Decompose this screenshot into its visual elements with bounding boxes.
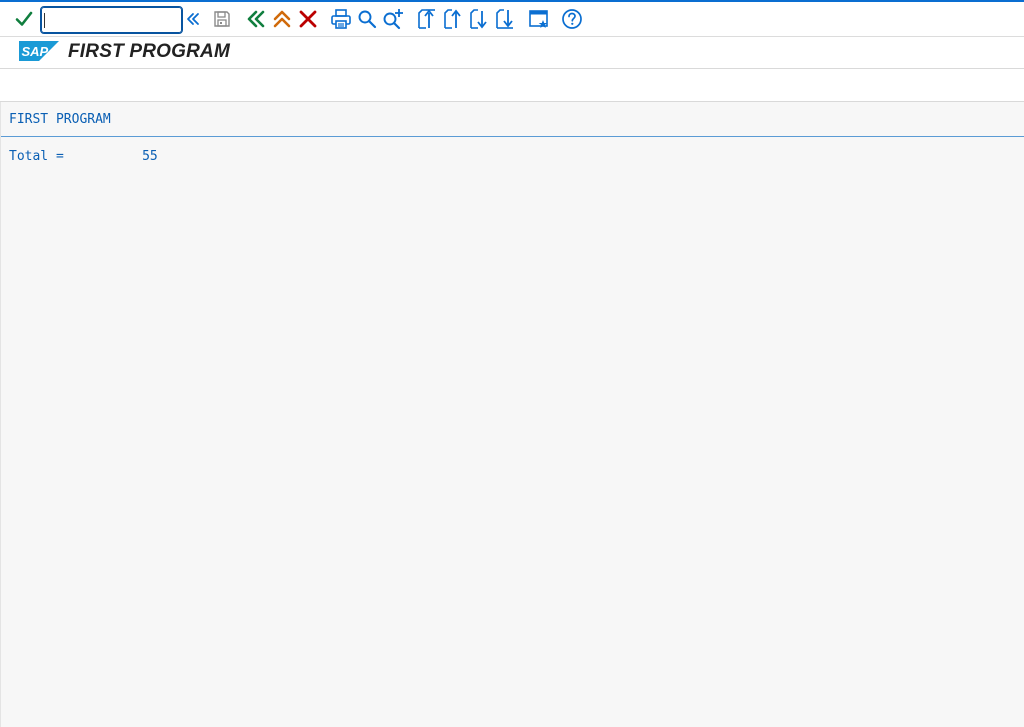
command-field[interactable] [40, 6, 183, 34]
page-title: FIRST PROGRAM [68, 41, 230, 62]
last-page-icon [496, 9, 513, 29]
find-next-button[interactable] [381, 7, 405, 31]
new-window-star-icon [529, 10, 548, 28]
find-button[interactable] [355, 7, 379, 31]
check-icon [15, 11, 33, 26]
previous-page-button[interactable] [441, 7, 465, 31]
exit-button[interactable] [270, 7, 294, 31]
search-plus-icon [383, 9, 403, 30]
back-nav-button[interactable] [181, 7, 205, 31]
cancel-button[interactable] [296, 7, 320, 31]
back-button[interactable] [244, 7, 268, 31]
next-page-button[interactable] [467, 7, 491, 31]
first-page-button[interactable] [415, 7, 439, 31]
save-button[interactable] [210, 7, 234, 31]
list-header-underline [1, 136, 1024, 137]
sap-logo: SAP [19, 41, 59, 61]
floppy-disk-icon [214, 11, 230, 27]
double-chevron-left-icon [187, 13, 199, 25]
first-page-icon [418, 9, 435, 29]
create-shortcut-button[interactable] [527, 7, 551, 31]
total-value: 55 [142, 149, 158, 164]
text-cursor [44, 13, 45, 28]
print-button[interactable] [329, 7, 353, 31]
total-spacer [64, 149, 142, 164]
close-icon [299, 10, 317, 28]
double-chevron-up-icon [273, 10, 291, 28]
search-icon [358, 10, 377, 29]
last-page-button[interactable] [493, 7, 517, 31]
enter-button[interactable] [12, 7, 36, 31]
help-button[interactable] [560, 7, 584, 31]
title-bar: SAP FIRST PROGRAM [0, 37, 1024, 69]
list-output-area: FIRST PROGRAM Total = 55 [0, 102, 1024, 727]
next-page-icon [470, 9, 487, 29]
double-chevron-left-icon [247, 10, 265, 28]
help-circle-icon [562, 9, 582, 29]
list-header: FIRST PROGRAM [9, 112, 111, 127]
application-toolbar [0, 69, 1024, 102]
svg-text:SAP: SAP [22, 44, 49, 59]
system-toolbar [0, 2, 1024, 37]
list-item: Total = 55 [9, 149, 158, 164]
printer-icon [331, 9, 351, 29]
previous-page-icon [444, 9, 461, 29]
total-label: Total = [9, 149, 64, 164]
